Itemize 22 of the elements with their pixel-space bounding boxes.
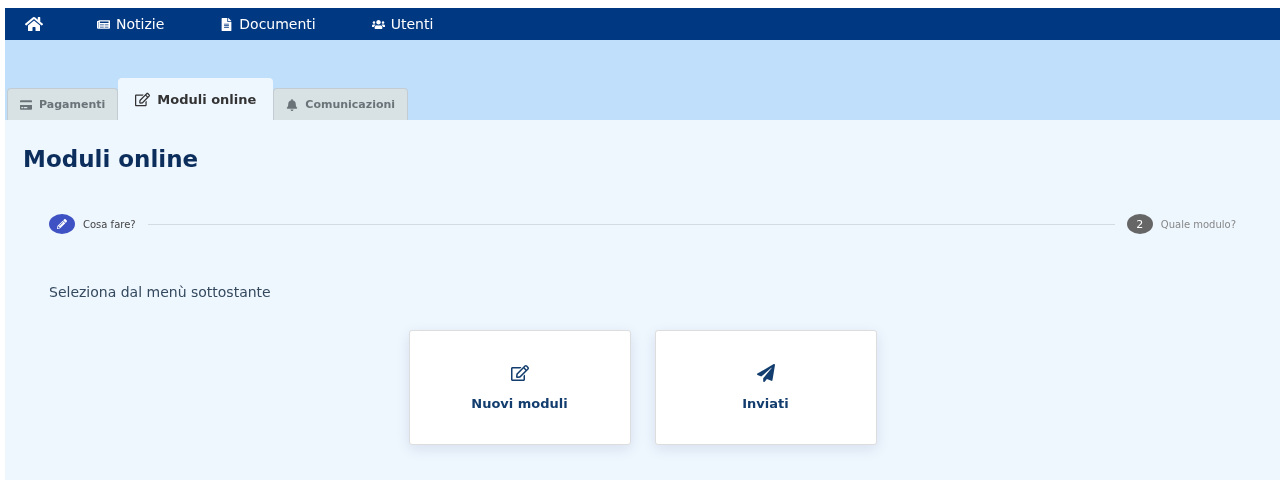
paper-plane-icon xyxy=(756,364,775,382)
instruction-text: Seleziona dal menù sottostante xyxy=(49,284,272,300)
step-number: 2 xyxy=(1126,214,1153,234)
home-icon[interactable] xyxy=(25,15,43,33)
tab[interactable]: Comunicazioni xyxy=(273,88,409,120)
tab[interactable]: Moduli online xyxy=(118,78,274,120)
step-label: Quale modulo? xyxy=(1160,218,1236,230)
edit-icon xyxy=(135,92,151,107)
newspaper-icon xyxy=(97,17,110,31)
document-icon xyxy=(220,17,234,31)
tab[interactable]: Pagamenti xyxy=(7,88,119,120)
edit-icon xyxy=(510,364,529,382)
users-icon xyxy=(371,17,385,31)
nav-link[interactable]: Notizie xyxy=(97,16,165,32)
page-title: Moduli online xyxy=(23,146,200,172)
bell-icon xyxy=(286,98,299,111)
card-icon xyxy=(20,98,32,111)
menu-card[interactable]: Inviati xyxy=(654,330,877,445)
step-label: Cosa fare? xyxy=(83,218,136,230)
menu-card[interactable]: Nuovi moduli xyxy=(408,330,631,445)
nav-link[interactable]: Utenti xyxy=(371,16,434,32)
nav-link[interactable]: Documenti xyxy=(220,16,316,32)
